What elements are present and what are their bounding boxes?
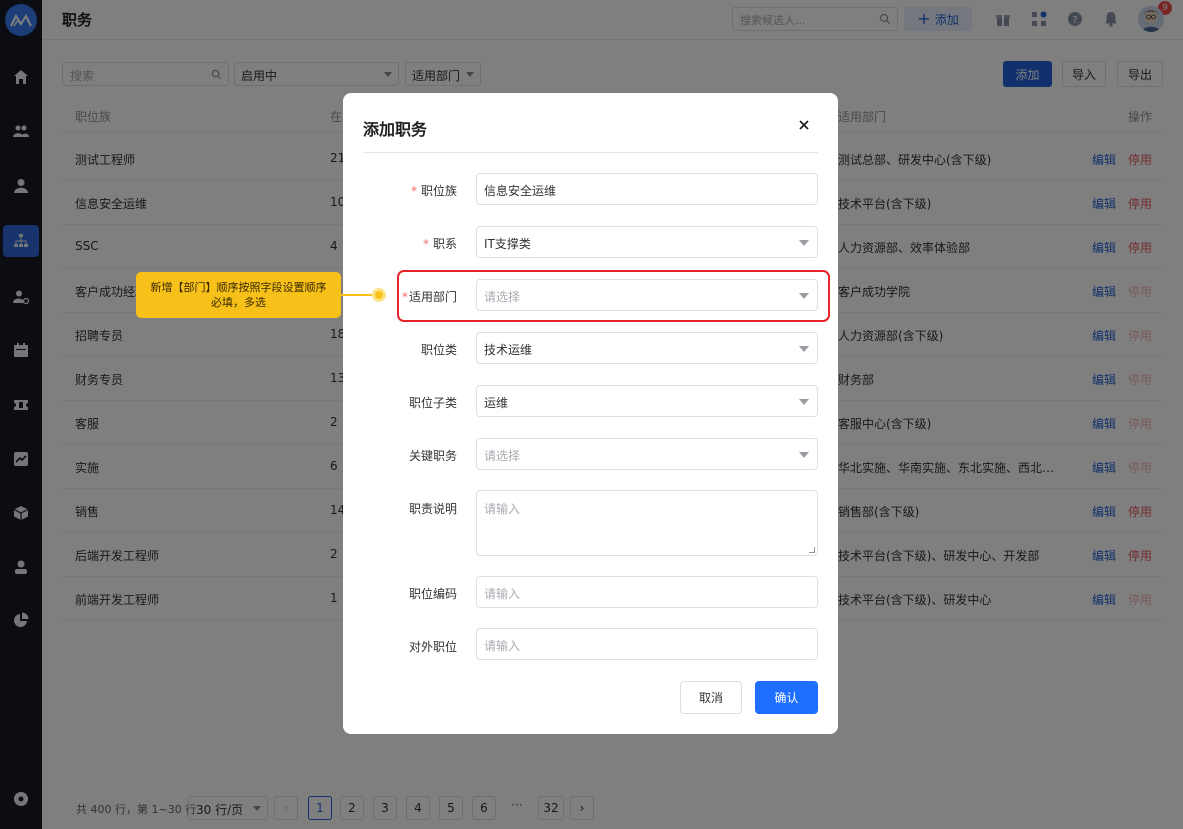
chevron-down-icon xyxy=(799,399,809,405)
category-select[interactable]: 技术运维 xyxy=(476,332,818,364)
key-position-label: 关键职务 xyxy=(408,449,457,463)
description-label: 职责说明 xyxy=(408,502,457,516)
add-position-dialog: 添加职务 * 职位族 信息安全运维 * 职系 IT支撑类 *适用部门 请选择 职位类… xyxy=(343,93,838,734)
series-select-value: IT支撑类 xyxy=(484,237,531,251)
external-title-input[interactable]: 请输入 xyxy=(476,628,818,660)
key-position-placeholder: 请选择 xyxy=(484,449,521,463)
annotation-dot xyxy=(372,288,386,302)
series-select[interactable]: IT支撑类 xyxy=(476,226,818,258)
annotation-callout: 新增【部门】顺序按照字段设置顺序 必填，多选 xyxy=(136,272,341,318)
required-mark: * xyxy=(410,184,417,198)
chevron-down-icon xyxy=(799,346,809,352)
family-label: * 职位族 xyxy=(410,184,457,198)
annotation-line2: 必填，多选 xyxy=(211,296,266,309)
code-label: 职位编码 xyxy=(408,587,457,601)
subcategory-select-value: 运维 xyxy=(484,396,509,410)
series-label: * 职系 xyxy=(422,237,457,251)
dialog-divider xyxy=(363,152,818,153)
chevron-down-icon xyxy=(799,452,809,458)
family-input[interactable]: 信息安全运维 xyxy=(476,173,818,205)
close-icon[interactable] xyxy=(798,119,810,131)
annotation-highlight-box xyxy=(397,270,830,322)
subcategory-select[interactable]: 运维 xyxy=(476,385,818,417)
family-input-value: 信息安全运维 xyxy=(484,184,557,198)
chevron-down-icon xyxy=(799,240,809,246)
code-input[interactable]: 请输入 xyxy=(476,576,818,608)
description-placeholder: 请输入 xyxy=(484,502,521,516)
confirm-button[interactable]: 确认 xyxy=(755,681,818,714)
dialog-title: 添加职务 xyxy=(363,120,428,139)
external-title-placeholder: 请输入 xyxy=(484,639,521,653)
description-textarea[interactable]: 请输入 xyxy=(476,490,818,556)
external-title-label: 对外职位 xyxy=(408,640,457,654)
annotation-line1: 新增【部门】顺序按照字段设置顺序 xyxy=(150,281,327,294)
category-select-value: 技术运维 xyxy=(484,343,533,357)
category-label: 职位类 xyxy=(420,343,457,357)
code-placeholder: 请输入 xyxy=(484,587,521,601)
key-position-select[interactable]: 请选择 xyxy=(476,438,818,470)
resize-handle[interactable] xyxy=(809,547,815,553)
subcategory-label: 职位子类 xyxy=(408,396,457,410)
required-mark: * xyxy=(422,237,429,251)
cancel-button[interactable]: 取消 xyxy=(680,681,742,714)
annotation-connector xyxy=(341,294,374,296)
